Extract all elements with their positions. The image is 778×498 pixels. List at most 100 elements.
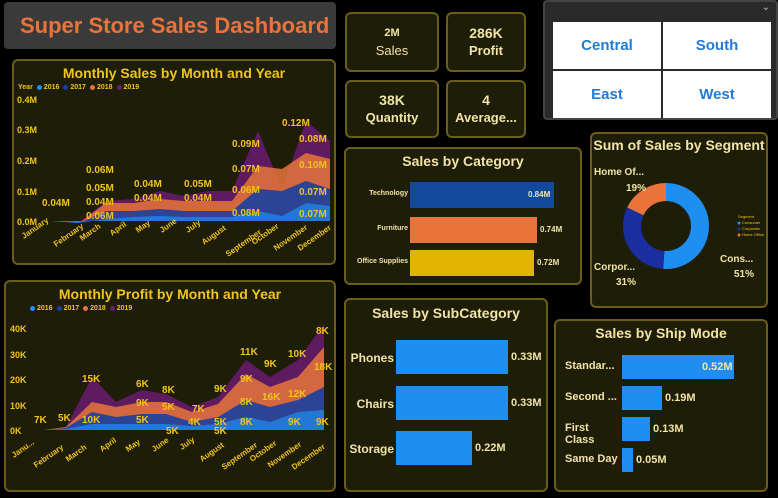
data-label: 0.09M	[232, 139, 260, 150]
shipmode-bar-first-class[interactable]	[622, 417, 650, 441]
data-label: 0.08M	[232, 208, 260, 219]
region-west-button[interactable]: West	[663, 71, 771, 118]
monthly-sales-plot: 0.0M 0.1M 0.2M 0.3M 0.4M 0.04M 0.06M 0.0…	[17, 95, 333, 259]
y-tick: 0K	[10, 426, 22, 436]
shipmode-bar-second[interactable]	[622, 386, 662, 410]
data-label: 0.12M	[282, 118, 310, 129]
y-tick: 20K	[10, 375, 27, 385]
sales-by-category-chart[interactable]: Sales by Category Technology 0.84M Furni…	[344, 147, 582, 285]
category-value: 0.74M	[540, 225, 563, 234]
dashboard-title: Super Store Sales Dashboard	[20, 12, 330, 38]
data-label: 0.10M	[299, 160, 327, 171]
data-label: 6K	[136, 379, 150, 390]
data-label: 12K	[288, 389, 307, 400]
subcategory-bar-chairs[interactable]	[396, 386, 508, 420]
data-label: 5K	[58, 413, 72, 424]
data-label: 0.04M	[184, 193, 212, 204]
y-tick: 0.1M	[17, 187, 37, 197]
subcategory-label: Storage	[349, 442, 394, 456]
x-tick: May	[124, 437, 142, 454]
data-label: 0.08M	[299, 134, 327, 145]
x-tick: July	[178, 435, 197, 452]
y-tick: 0.4M	[17, 95, 37, 105]
segment-donut: Home Of... 19% Corpor... 31% Cons... 51%…	[594, 167, 765, 288]
segment-legend-title: Segment	[738, 214, 755, 219]
data-label: 0.04M	[42, 198, 70, 209]
data-label: 0.06M	[232, 185, 260, 196]
category-label: Technology	[369, 190, 408, 197]
subcategory-bar-storage[interactable]	[396, 431, 472, 465]
kpi-sales-card[interactable]: 2M Sales	[345, 12, 439, 72]
data-label: 8K	[316, 326, 330, 337]
shipmode-bar-same-day[interactable]	[622, 448, 633, 472]
data-label: 7K	[192, 404, 206, 415]
kpi-average-label: Average...	[455, 110, 517, 125]
chevron-down-icon[interactable]: ⌄	[762, 2, 770, 13]
monthly-profit-chart[interactable]: Monthly Profit by Month and Year 2016 20…	[4, 280, 336, 492]
kpi-sales-value: 2M	[384, 27, 400, 39]
subcategory-bar-phones[interactable]	[396, 340, 508, 374]
subcategory-value: 0.33M	[511, 397, 542, 409]
x-tick: April	[98, 436, 118, 454]
data-label: 5K	[214, 426, 228, 437]
region-south-button[interactable]: South	[663, 22, 771, 69]
category-label: Office Supplies	[357, 258, 408, 265]
region-central-button[interactable]: Central	[553, 22, 661, 69]
y-tick: 10K	[10, 401, 27, 411]
segment-pct: 19%	[626, 183, 646, 194]
kpi-average-value: 4	[482, 92, 490, 108]
category-bar-office-supplies[interactable]	[410, 250, 534, 276]
data-label: 8K	[240, 417, 254, 428]
sales-by-shipmode-title: Sales by Ship Mode	[595, 325, 727, 341]
subcategory-label: Chairs	[356, 397, 394, 411]
data-label: 5K	[166, 426, 180, 437]
kpi-quantity-card[interactable]: 38K Quantity	[345, 80, 439, 138]
data-label: 9K	[264, 359, 278, 370]
data-label: 18K	[314, 362, 333, 373]
x-tick: August	[200, 223, 228, 246]
shipmode-value: 0.19M	[665, 392, 696, 404]
sales-by-segment-chart[interactable]: Sum of Sales by Segment Home Of... 19% C…	[590, 132, 768, 308]
data-label: 5K	[162, 402, 176, 413]
segment-label: Corpor...	[594, 262, 635, 273]
kpi-profit-label: Profit	[469, 43, 503, 58]
y-tick: 0.2M	[17, 156, 37, 166]
category-label: Furniture	[377, 225, 408, 232]
segment-pct: 51%	[734, 269, 754, 280]
sales-by-category-title: Sales by Category	[402, 153, 524, 169]
shipmode-value: 0.05M	[636, 454, 667, 466]
segment-label: Home Of...	[594, 167, 644, 178]
data-label: 4K	[188, 417, 202, 428]
kpi-average-card[interactable]: 4 Average...	[446, 80, 526, 138]
data-label: 0.07M	[299, 187, 327, 198]
kpi-profit-value: 286K	[469, 25, 503, 41]
x-tick: August	[198, 440, 226, 463]
subcategory-value: 0.33M	[511, 351, 542, 363]
region-east-button[interactable]: East	[553, 71, 661, 118]
data-label: 16K	[262, 392, 281, 403]
sales-by-subcategory-chart[interactable]: Sales by SubCategory Phones 0.33M Chairs…	[344, 298, 548, 492]
kpi-quantity-value: 38K	[379, 92, 405, 108]
dashboard-title-box: Super Store Sales Dashboard	[4, 2, 336, 49]
data-label: 15K	[82, 374, 101, 385]
monthly-sales-chart[interactable]: Monthly Sales by Month and Year Year 201…	[12, 59, 336, 265]
subcategory-label: Phones	[350, 351, 394, 365]
kpi-sales-label: Sales	[375, 43, 409, 58]
shipmode-label: First Class	[565, 422, 595, 446]
data-label: 0.06M	[86, 165, 114, 176]
region-slicer: ⌄ Central South East West	[543, 0, 778, 120]
x-tick: Janu...	[10, 438, 36, 460]
kpi-profit-card[interactable]: 286K Profit	[446, 12, 526, 72]
segment-legend-item: Corporate	[742, 226, 761, 231]
segment-pct: 31%	[616, 277, 636, 288]
shipmode-label: Same Day	[565, 453, 618, 465]
data-label: 0.05M	[86, 183, 114, 194]
category-bar-furniture[interactable]	[410, 217, 537, 243]
data-label: 9K	[288, 417, 302, 428]
data-label: 9K	[136, 398, 150, 409]
shipmode-label: Standar...	[565, 360, 615, 372]
y-tick: 40K	[10, 324, 27, 334]
sales-by-shipmode-chart[interactable]: Sales by Ship Mode Standar... 0.52M Seco…	[554, 319, 768, 492]
x-tick: June	[150, 435, 171, 453]
data-label: 8K	[162, 385, 176, 396]
